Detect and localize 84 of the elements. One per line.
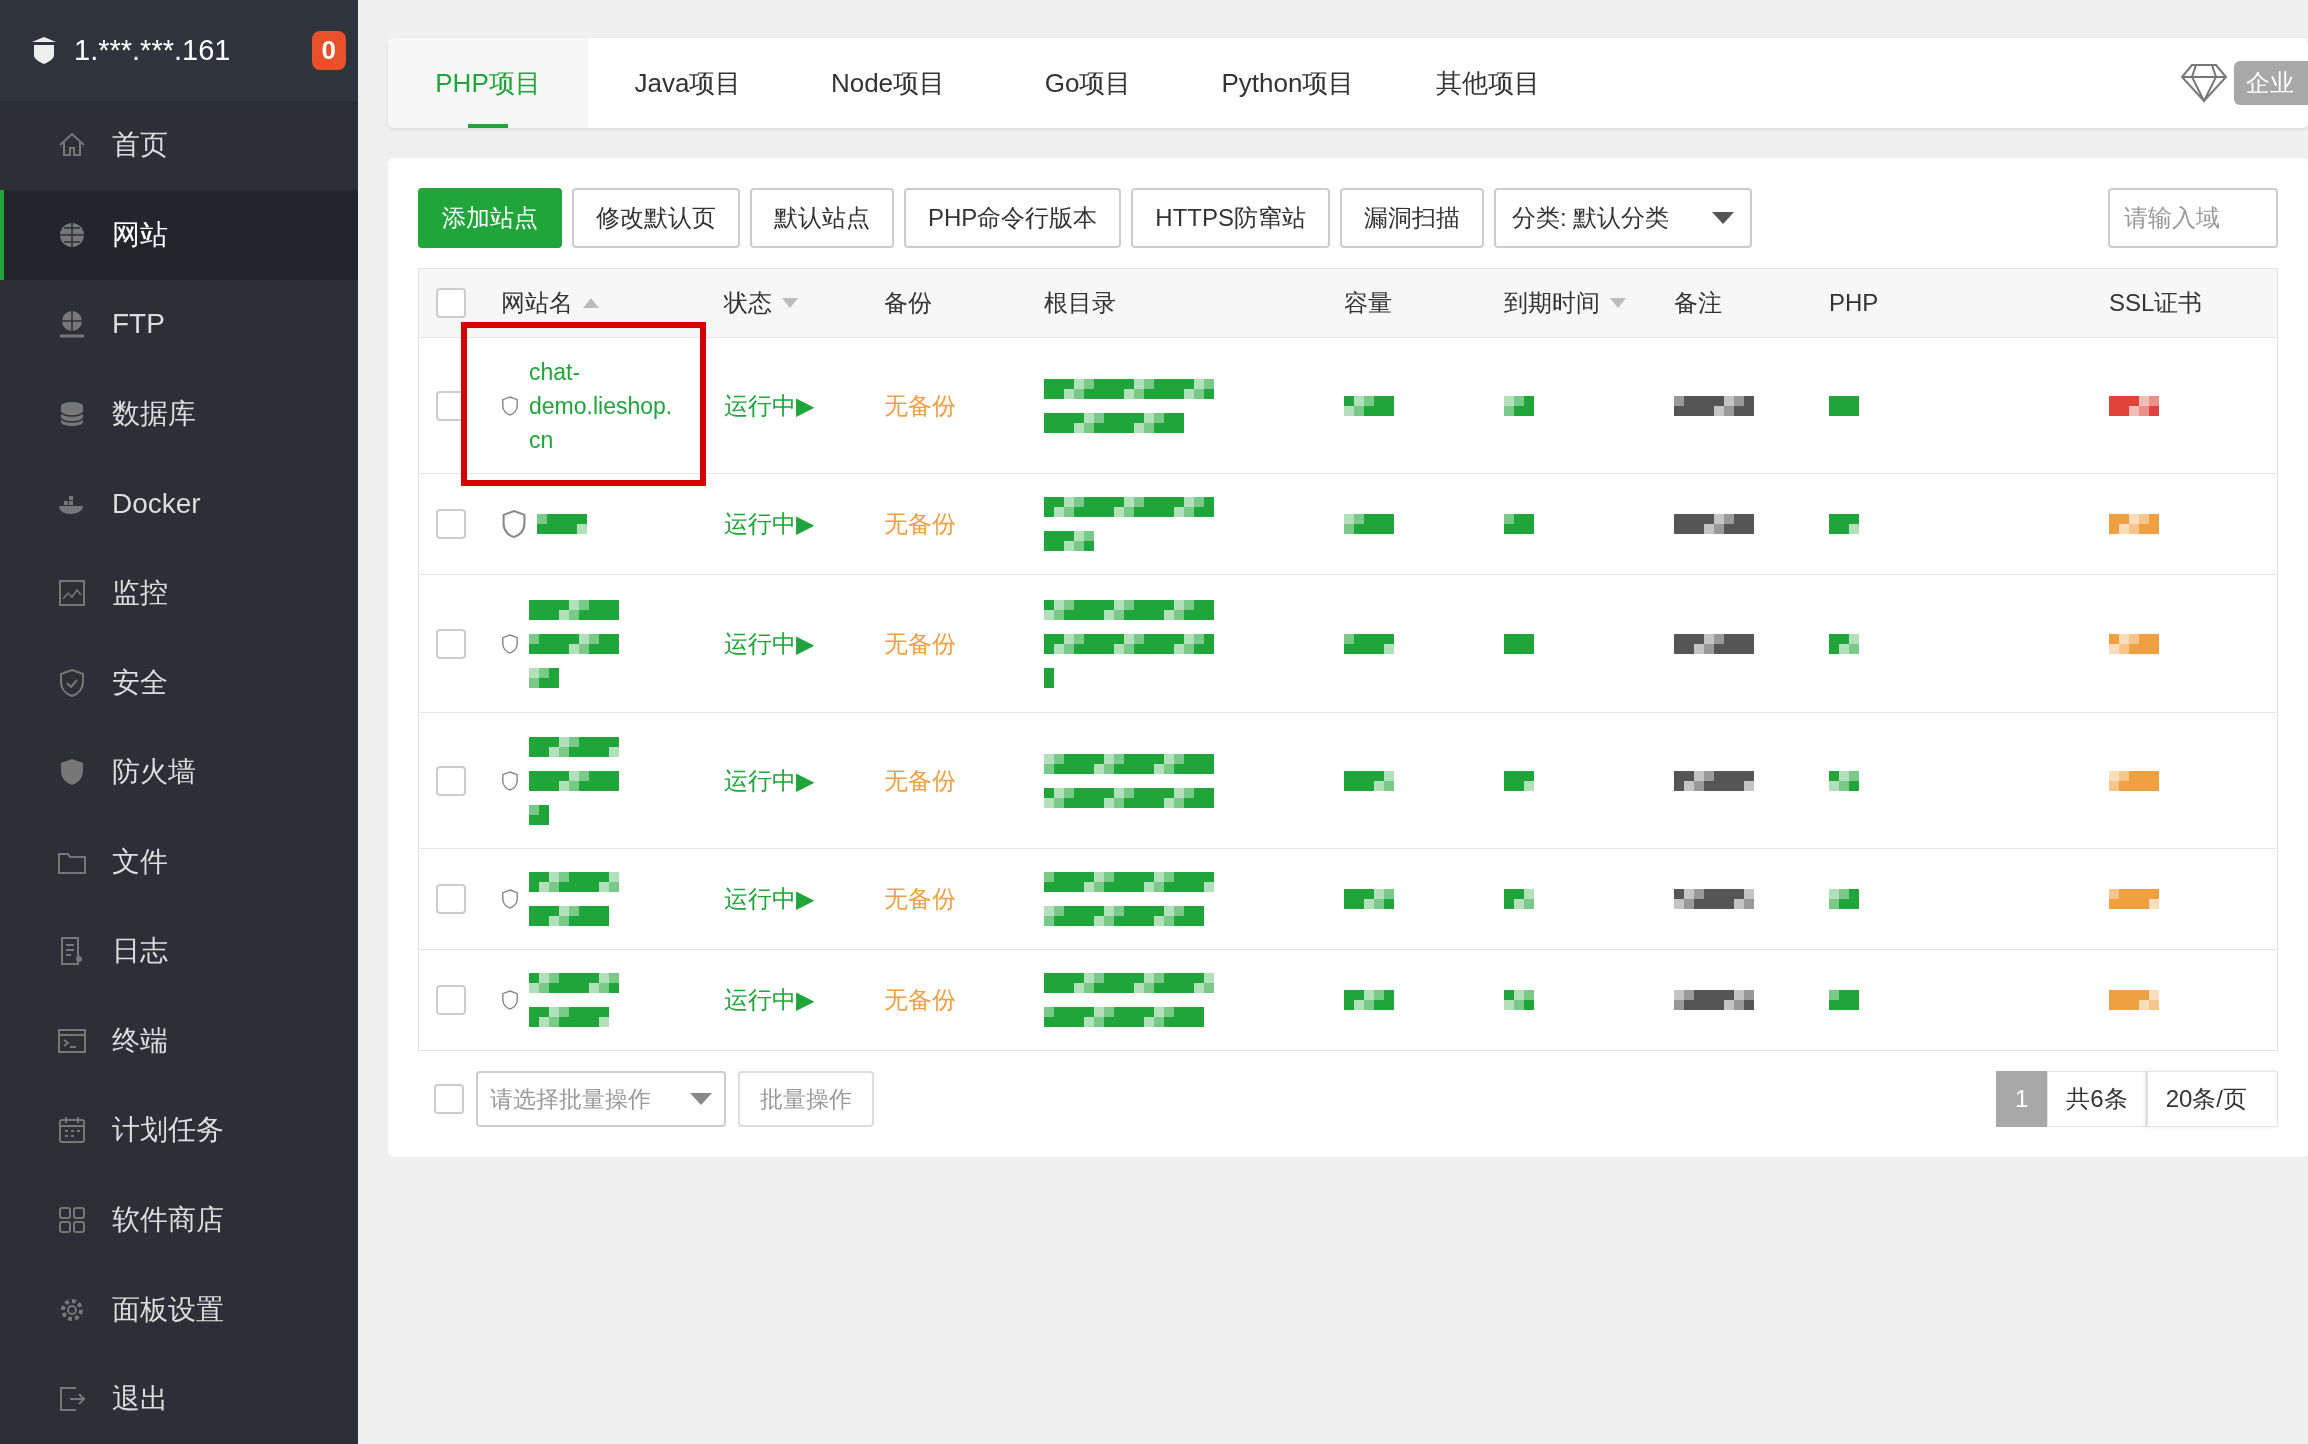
redacted-text bbox=[2109, 889, 2159, 909]
total-count: 共6条 bbox=[2047, 1071, 2147, 1127]
redacted-text bbox=[1504, 770, 1534, 791]
column-header: 备注 bbox=[1674, 288, 1722, 318]
diamond-icon bbox=[2180, 63, 2228, 103]
caret-icon bbox=[1712, 212, 1735, 224]
waf-shield-icon bbox=[501, 889, 519, 909]
redacted-text bbox=[2109, 514, 2159, 534]
search-field[interactable]: 请输入域 bbox=[2108, 188, 2278, 248]
sort-up-icon[interactable] bbox=[583, 298, 599, 308]
nav-item[interactable]: FTP bbox=[0, 279, 358, 370]
sort-down-icon[interactable] bbox=[1610, 298, 1626, 308]
redacted-text bbox=[1504, 633, 1534, 654]
checkbox[interactable] bbox=[436, 509, 466, 539]
redacted-text bbox=[1344, 990, 1394, 1010]
checkbox[interactable] bbox=[434, 1084, 464, 1114]
project-tab[interactable]: Python项目 bbox=[1188, 38, 1388, 128]
nav-item[interactable]: 防火墙 bbox=[0, 727, 358, 817]
redacted-text bbox=[1344, 633, 1394, 654]
nav-item[interactable]: 软件商店 bbox=[0, 1175, 358, 1265]
redacted-text bbox=[1829, 990, 1859, 1010]
sort-down-icon[interactable] bbox=[782, 298, 798, 308]
checkbox[interactable] bbox=[436, 884, 466, 914]
waf-shield-icon bbox=[501, 990, 519, 1010]
caret-icon bbox=[690, 1093, 712, 1105]
redacted-text bbox=[1504, 395, 1534, 416]
column-header: PHP bbox=[1829, 289, 1879, 317]
nav-item[interactable]: 数据库 bbox=[0, 369, 358, 459]
waf-shield-icon bbox=[501, 770, 519, 791]
nav-item[interactable]: 安全 bbox=[0, 637, 358, 728]
project-tab[interactable]: 其他项目 bbox=[1388, 38, 1588, 128]
column-header: 状态 bbox=[724, 288, 772, 318]
toolbar-button[interactable]: HTTPS防窜站 bbox=[1131, 188, 1331, 248]
checkbox[interactable] bbox=[436, 288, 466, 318]
category-dropdown[interactable]: 分类: 默认分类 bbox=[1494, 188, 1753, 248]
column-header: SSL证书 bbox=[2109, 288, 2203, 318]
nav-item[interactable]: 终端 bbox=[0, 996, 358, 1086]
redacted-text bbox=[1829, 633, 1859, 654]
redacted-text bbox=[1829, 514, 1859, 534]
project-tab[interactable]: Java项目 bbox=[588, 38, 788, 128]
redacted-text bbox=[1344, 514, 1394, 534]
column-header: 容量 bbox=[1344, 288, 1392, 318]
redacted-text bbox=[1829, 889, 1859, 909]
redacted-text bbox=[1504, 990, 1534, 1010]
checkbox[interactable] bbox=[436, 985, 466, 1015]
column-header: 到期时间 bbox=[1504, 288, 1600, 318]
page-size-dropdown[interactable]: 20条/页 bbox=[2146, 1071, 2278, 1127]
redacted-text bbox=[537, 514, 587, 534]
column-header: 备份 bbox=[884, 288, 932, 318]
toolbar-button[interactable]: 默认站点 bbox=[750, 188, 894, 248]
nav-item[interactable]: 网站 bbox=[0, 190, 358, 280]
project-tab[interactable]: Node项目 bbox=[788, 38, 988, 128]
alert-count-badge[interactable]: 0 bbox=[311, 30, 346, 70]
redacted-text bbox=[1344, 395, 1394, 416]
column-header: 网站名 bbox=[501, 288, 573, 318]
nav-item[interactable]: 日志 bbox=[0, 906, 358, 997]
nav-item[interactable]: 面板设置 bbox=[0, 1264, 358, 1355]
waf-shield-icon bbox=[501, 509, 527, 539]
redacted-text bbox=[2109, 990, 2159, 1010]
redacted-text bbox=[1829, 395, 1859, 416]
redacted-text bbox=[2109, 770, 2159, 791]
waf-shield-icon bbox=[501, 395, 519, 416]
redacted-text bbox=[2109, 395, 2159, 416]
redacted-text bbox=[1829, 770, 1859, 791]
nav-item[interactable]: 退出 bbox=[0, 1354, 358, 1444]
waf-shield-icon bbox=[501, 633, 519, 654]
redacted-text bbox=[1504, 889, 1534, 909]
redacted-text bbox=[1504, 514, 1534, 534]
toolbar-button[interactable]: 漏洞扫描 bbox=[1340, 188, 1485, 248]
nav-item[interactable]: 文件 bbox=[0, 817, 358, 907]
toolbar-button[interactable]: 修改默认页 bbox=[572, 188, 740, 248]
nav-item[interactable]: Docker bbox=[0, 458, 358, 549]
nav-item[interactable]: 监控 bbox=[0, 548, 358, 638]
server-address: 1.***.***.161 bbox=[74, 33, 232, 67]
column-header: 根目录 bbox=[1044, 288, 1116, 318]
nav-item[interactable]: 首页 bbox=[0, 100, 358, 191]
toolbar-button[interactable]: PHP命令行版本 bbox=[904, 188, 1122, 248]
redacted-text bbox=[1344, 770, 1394, 791]
nav-item[interactable]: 计划任务 bbox=[0, 1085, 358, 1176]
redacted-text bbox=[2109, 633, 2159, 654]
checkbox[interactable] bbox=[436, 765, 466, 796]
checkbox[interactable] bbox=[436, 628, 466, 659]
redacted-text bbox=[1344, 889, 1394, 909]
project-tab[interactable]: Go项目 bbox=[988, 38, 1188, 128]
